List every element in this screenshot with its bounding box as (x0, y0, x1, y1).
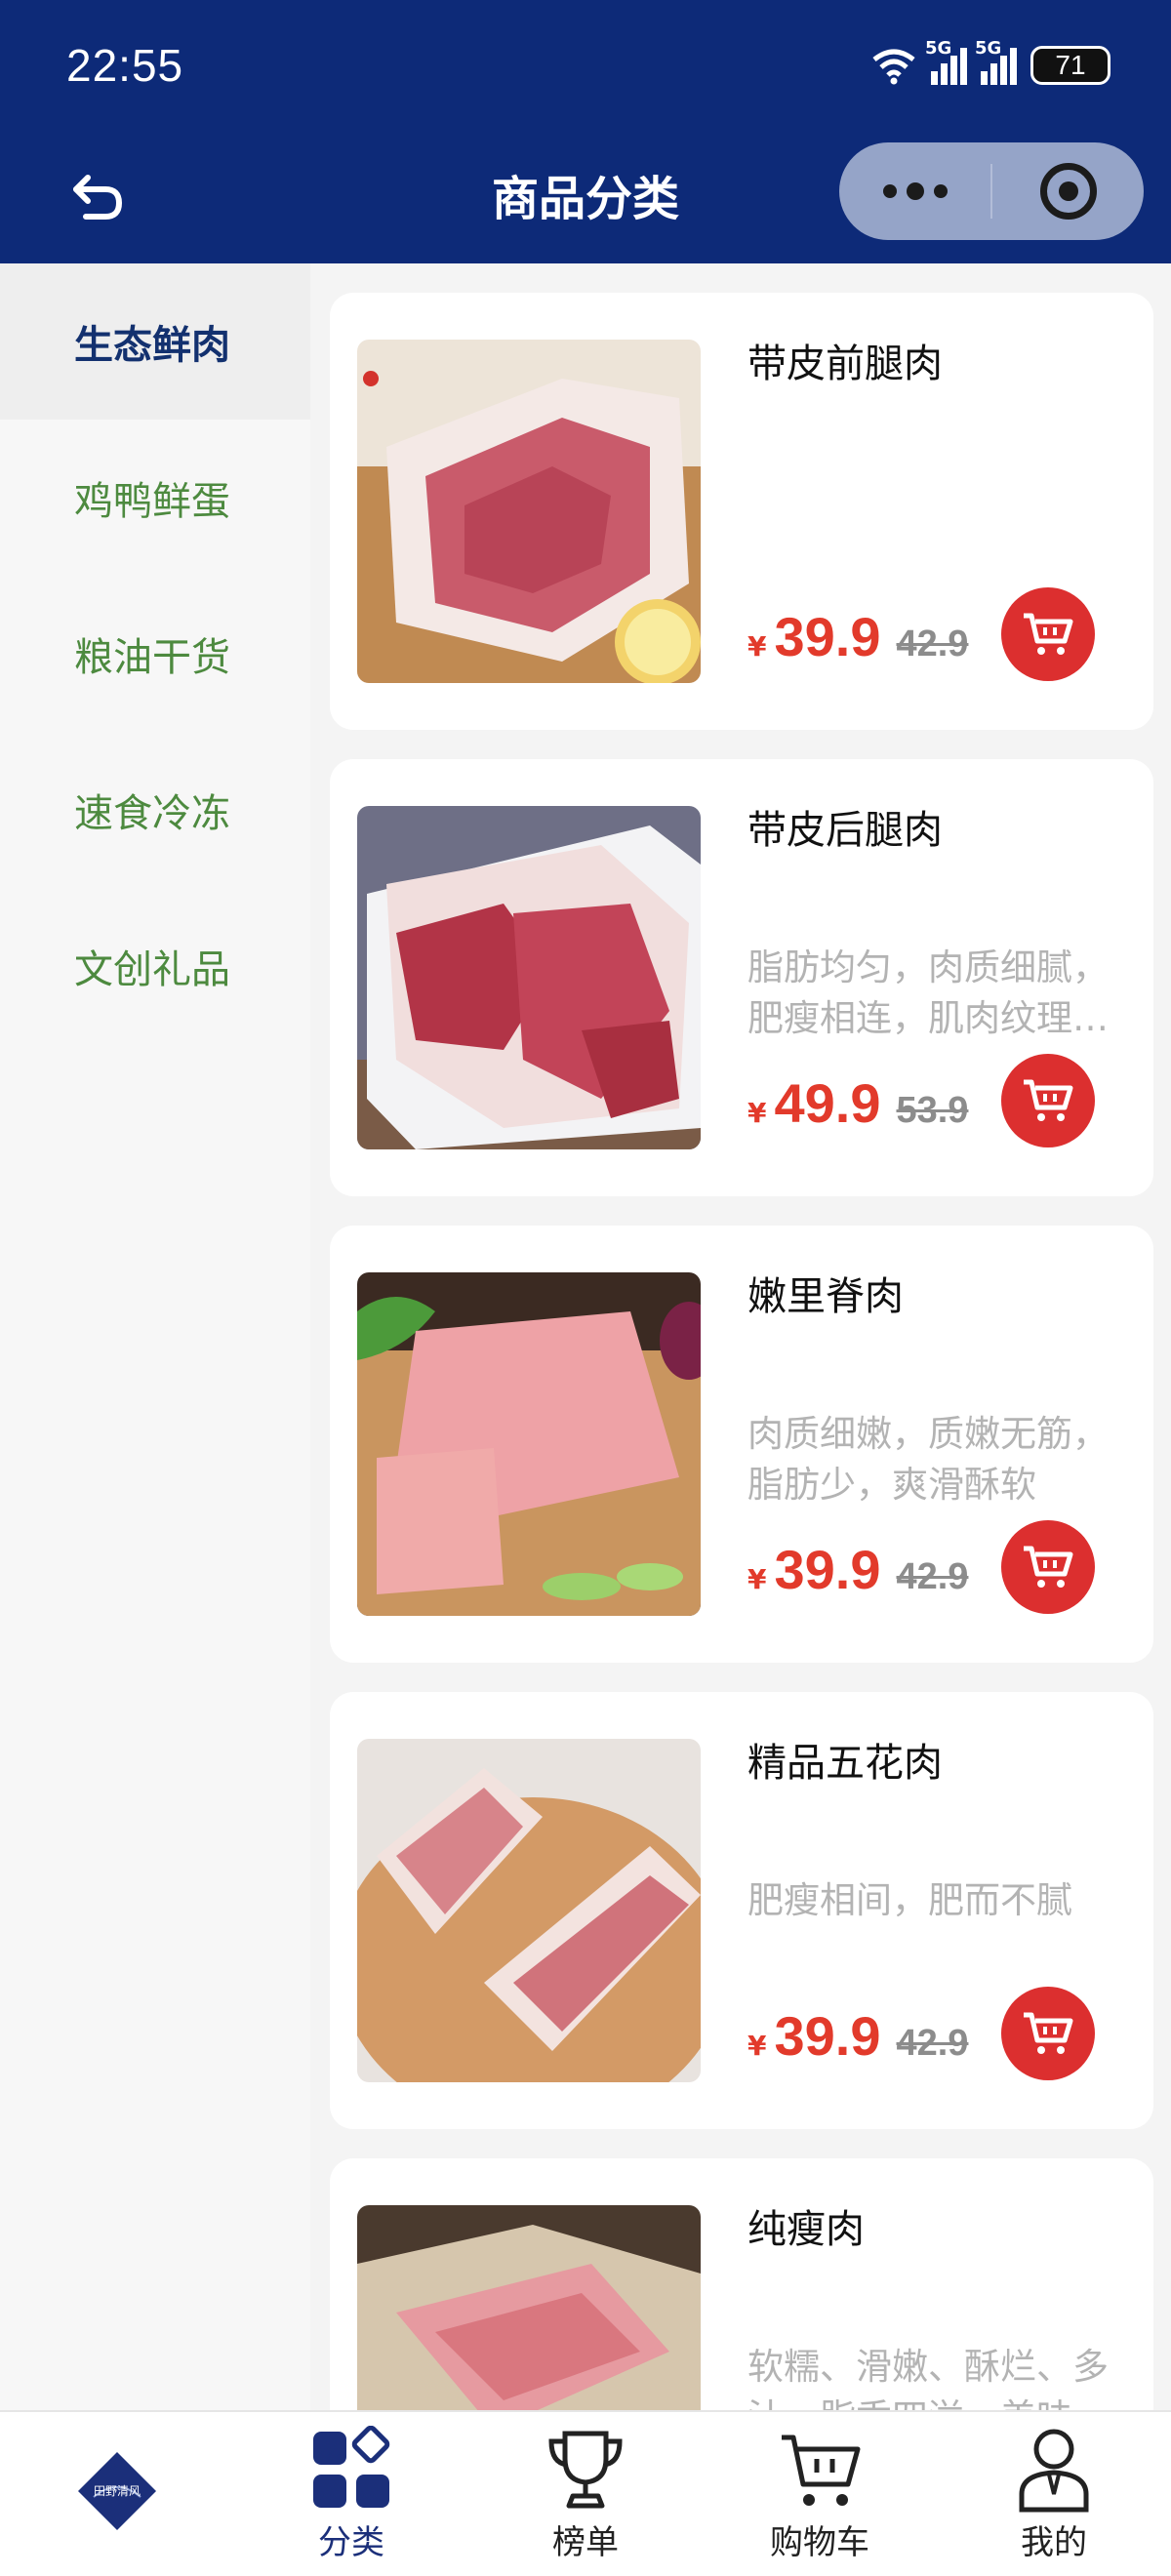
product-name: 嫩里脊肉 (747, 1274, 904, 1319)
product-price: 39.9 (774, 1539, 881, 1600)
product-card[interactable]: 嫩里脊肉 肉质细嫩，质嫩无筋，脂肪少，爽滑酥软 ¥ 39.9 42.9 (330, 1226, 1153, 1663)
status-time: 22:55 (66, 40, 184, 91)
product-image[interactable] (357, 2205, 701, 2410)
bottom-tabbar: 田野清风 分类 榜单 购物车 我的 (0, 2410, 1171, 2576)
status-icons: 5G 5G 71 (870, 38, 1110, 88)
tab-category[interactable]: 分类 (234, 2412, 468, 2576)
add-to-cart-button[interactable] (1001, 1054, 1095, 1147)
tab-home-logo[interactable]: 田野清风 (0, 2412, 234, 2576)
close-miniprogram-icon[interactable] (992, 142, 1144, 240)
product-name: 带皮前腿肉 (747, 342, 943, 386)
wifi-icon (872, 49, 915, 85)
price-row: ¥ 49.9 53.9 (747, 1071, 968, 1135)
tab-ranking[interactable]: 榜单 (468, 2412, 703, 2576)
product-name: 纯瘦肉 (747, 2207, 865, 2252)
cart-icon (1024, 613, 1073, 655)
currency-symbol: ¥ (747, 630, 767, 663)
product-price: 49.9 (774, 1072, 881, 1134)
price-row: ¥ 39.9 42.9 (747, 2004, 968, 2068)
original-price: 42.9 (896, 624, 969, 664)
currency-symbol: ¥ (747, 1563, 767, 1595)
cart-icon (1024, 1546, 1073, 1588)
product-image[interactable] (357, 806, 701, 1149)
network-type: 5G (925, 38, 952, 59)
tab-cart[interactable]: 购物车 (703, 2412, 937, 2576)
product-card[interactable]: 精品五花肉 肥瘦相间，肥而不腻 ¥ 39.9 42.9 (330, 1692, 1153, 2129)
sidebar-item-frozen-food[interactable]: 速食冷冻 (0, 732, 310, 888)
tab-label: 我的 (1021, 2523, 1087, 2562)
cart-icon (1024, 2012, 1073, 2054)
trophy-icon (548, 2431, 623, 2509)
sidebar-item-grain-oil[interactable]: 粮油干货 (0, 576, 310, 732)
network-type: 5G (975, 38, 1002, 59)
add-to-cart-button[interactable] (1001, 1987, 1095, 2080)
tab-label: 榜单 (552, 2523, 619, 2562)
product-image[interactable] (357, 340, 701, 683)
product-name: 带皮后腿肉 (747, 808, 943, 853)
tab-label: 购物车 (770, 2523, 869, 2562)
top-header: 22:55 5G 5G 71 商品分类 (0, 0, 1171, 263)
product-desc: 脂肪均匀，肉质细腻，肥瘦相连，肌肉纹理清晰 (747, 946, 1109, 1039)
product-image[interactable] (357, 1272, 701, 1616)
sidebar-item-poultry-eggs[interactable]: 鸡鸭鲜蛋 (0, 420, 310, 576)
product-desc: 软糯、滑嫩、酥烂、多汁，脂香四溢，美味可口 (747, 2346, 1109, 2410)
brand-logo: 田野清风 (78, 2452, 156, 2530)
brand-logo-text: 田野清风 (94, 2484, 141, 2498)
miniprogram-capsule (839, 142, 1144, 240)
signal-icon: 5G (975, 38, 1017, 85)
more-menu-icon[interactable] (839, 142, 990, 240)
tab-label: 分类 (318, 2523, 384, 2562)
category-icon (313, 2426, 390, 2508)
battery-icon: 71 (1030, 46, 1110, 85)
product-name: 精品五花肉 (747, 1741, 943, 1786)
category-sidebar: 生态鲜肉 鸡鸭鲜蛋 粮油干货 速食冷冻 文创礼品 (0, 263, 310, 2410)
original-price: 42.9 (896, 2023, 969, 2064)
product-price: 39.9 (774, 606, 881, 667)
product-desc: 肥瘦相间，肥而不腻 (747, 1879, 1072, 1921)
product-image[interactable] (357, 1739, 701, 2082)
product-card[interactable]: 带皮后腿肉 脂肪均匀，肉质细腻，肥瘦相连，肌肉纹理清晰 ¥ 49.9 53.9 (330, 759, 1153, 1196)
product-list: 带皮前腿肉 ¥ 39.9 42.9 带皮后腿肉 脂肪均匀，肉质细腻，肥瘦相连，肌… (310, 263, 1171, 2410)
original-price: 42.9 (896, 1556, 969, 1597)
user-icon (1019, 2429, 1089, 2513)
product-card[interactable]: 纯瘦肉 软糯、滑嫩、酥烂、多汁，脂香四溢，美味可口 (330, 2158, 1153, 2410)
currency-symbol: ¥ (747, 2030, 767, 2062)
price-row: ¥ 39.9 42.9 (747, 605, 968, 668)
product-card[interactable]: 带皮前腿肉 ¥ 39.9 42.9 (330, 293, 1153, 730)
product-desc: 肉质细嫩，质嫩无筋，脂肪少，爽滑酥软 (747, 1413, 1109, 1506)
cart-icon (1024, 1079, 1073, 1121)
product-price: 39.9 (774, 2005, 881, 2067)
sidebar-item-fresh-meat[interactable]: 生态鲜肉 (0, 263, 310, 420)
price-row: ¥ 39.9 42.9 (747, 1538, 968, 1601)
add-to-cart-button[interactable] (1001, 587, 1095, 681)
add-to-cart-button[interactable] (1001, 1520, 1095, 1614)
sidebar-item-gifts[interactable]: 文创礼品 (0, 888, 310, 1044)
tab-me[interactable]: 我的 (937, 2412, 1171, 2576)
cart-icon (782, 2435, 861, 2506)
original-price: 53.9 (896, 1090, 969, 1131)
signal-icon: 5G (925, 38, 967, 85)
currency-symbol: ¥ (747, 1097, 767, 1129)
